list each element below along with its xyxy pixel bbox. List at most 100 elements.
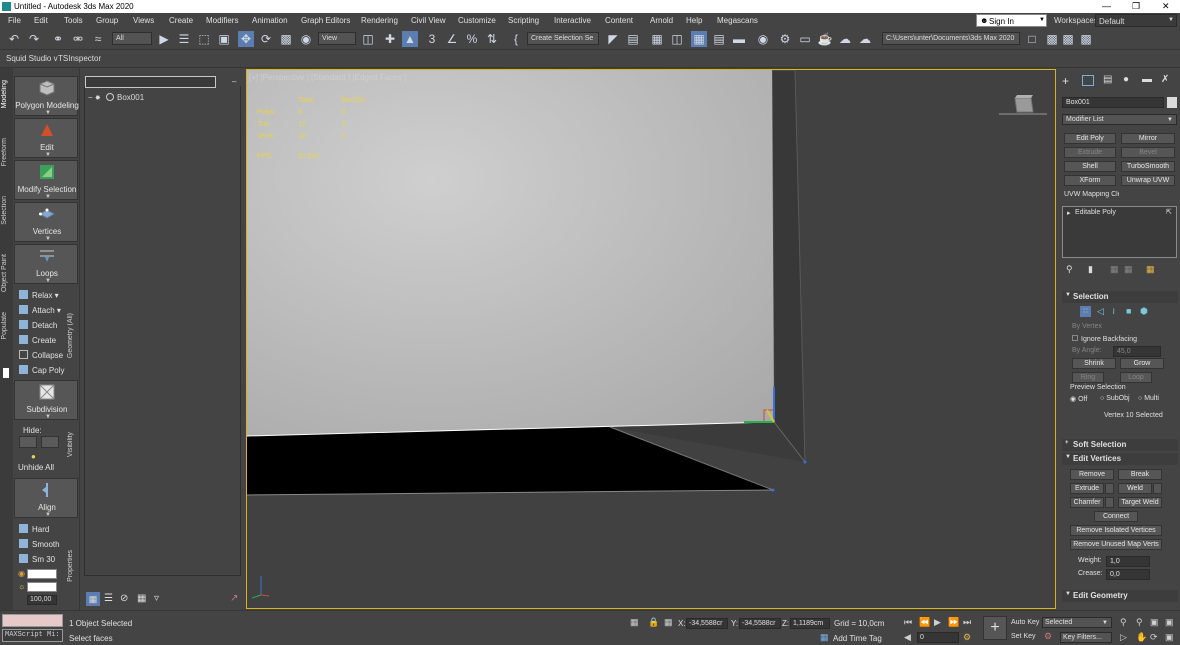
cap-poly-button[interactable]: Cap Poly: [19, 365, 64, 375]
absolute-mode-icon[interactable]: ▦: [664, 617, 673, 628]
unhide-all-button[interactable]: Unhide All: [18, 463, 54, 472]
layout-icon-2[interactable]: ▩: [1060, 31, 1076, 47]
create-button[interactable]: Create: [19, 335, 56, 345]
scene-explorer-icon[interactable]: ◫: [669, 31, 685, 47]
remove-modifier-icon[interactable]: ▦: [1124, 264, 1133, 275]
by-vertex-checkbox[interactable]: By Vertex: [1072, 323, 1102, 330]
percent-snap-icon[interactable]: %: [464, 31, 480, 47]
stack-options-icon[interactable]: ⇱: [1166, 208, 1172, 216]
ribbon-toggle-icon[interactable]: [3, 368, 9, 378]
menu-arnold[interactable]: Arnold: [650, 16, 673, 25]
zoom-all-icon[interactable]: ⚲: [1136, 617, 1143, 628]
polygon-subobject-icon[interactable]: ■: [1126, 306, 1131, 316]
stack-expand-icon[interactable]: ▸: [1067, 209, 1071, 217]
isolate-selection-icon[interactable]: ▦: [630, 617, 639, 628]
go-to-start-icon[interactable]: ⏮: [904, 617, 912, 628]
select-rotate-icon[interactable]: ⟳: [258, 31, 274, 47]
next-frame-icon[interactable]: ⏩: [948, 617, 959, 628]
connect-button[interactable]: Connect: [1094, 511, 1138, 522]
menu-megascans[interactable]: Megascans: [717, 16, 758, 25]
remove-unused-map-verts-button[interactable]: Remove Unused Map Verts: [1070, 539, 1162, 550]
menu-views[interactable]: Views: [133, 16, 154, 25]
edit-geometry-rollout-header[interactable]: ▼ Edit Geometry: [1062, 590, 1178, 602]
motion-tab-icon[interactable]: ●: [1123, 74, 1129, 85]
display-none-icon[interactable]: ⊘: [120, 593, 128, 604]
soft-selection-rollout-header[interactable]: + Soft Selection: [1062, 439, 1178, 451]
zoom-extents-icon[interactable]: ▣: [1150, 617, 1159, 628]
sort-by-hierarchy-icon[interactable]: ▦: [86, 592, 100, 606]
display-tab-icon[interactable]: ▬: [1142, 74, 1152, 85]
element-subobject-icon[interactable]: ⬢: [1140, 306, 1148, 317]
menu-interactive[interactable]: Interactive: [554, 16, 591, 25]
by-angle-checkbox[interactable]: By Angle:: [1072, 347, 1102, 354]
menu-file[interactable]: File: [8, 16, 21, 25]
project-path-dropdown[interactable]: C:\Users\unter\Documents\3ds Max 2020: [882, 32, 1020, 45]
zoom-extents-all-icon[interactable]: ▣: [1165, 617, 1174, 628]
select-object-icon[interactable]: ▶: [156, 31, 172, 47]
visibility-eye-icon[interactable]: ✸: [95, 95, 101, 102]
unwrap-uvw-button[interactable]: Unwrap UVW: [1121, 175, 1175, 186]
filter-icon[interactable]: ▿: [154, 593, 159, 604]
weld-button[interactable]: Weld: [1118, 483, 1152, 494]
current-frame-field[interactable]: 0: [917, 632, 959, 643]
modifier-list-dropdown[interactable]: Modifier List ▼: [1062, 114, 1177, 125]
maxscript-listener-output[interactable]: [2, 614, 63, 627]
undo-icon[interactable]: ↶: [6, 31, 22, 47]
menu-modifiers[interactable]: Modifiers: [206, 16, 238, 25]
set-key-button[interactable]: Set Key: [1011, 633, 1036, 640]
pivot-center-icon[interactable]: ◫: [360, 31, 376, 47]
edit-button[interactable]: Edit ▼: [14, 118, 78, 158]
menu-help[interactable]: Help: [686, 16, 702, 25]
perspective-viewport[interactable]: [+] [Perspective ] [Standard ] [Edged Fa…: [246, 69, 1056, 609]
preview-multi-radio[interactable]: ○ Multi: [1138, 395, 1159, 402]
tab-modeling[interactable]: Modeling: [1, 80, 8, 108]
toggle-ribbon-icon[interactable]: ▦: [691, 31, 707, 47]
edit-poly-button[interactable]: Edit Poly: [1064, 133, 1116, 144]
smooth-30-button[interactable]: Sm 30: [19, 554, 55, 564]
create-tab-icon[interactable]: +: [1062, 74, 1069, 88]
modify-tab-icon[interactable]: [1082, 75, 1094, 86]
key-mode-dropdown[interactable]: Selected ▼: [1042, 617, 1112, 628]
restore-icon[interactable]: ❐: [1132, 1, 1140, 12]
layout-icon-3[interactable]: ▩: [1078, 31, 1094, 47]
go-to-end-icon[interactable]: ⏭: [963, 617, 971, 628]
tab-object-paint[interactable]: Object Paint: [1, 254, 8, 292]
attach-button[interactable]: Attach ▾: [19, 305, 61, 315]
set-keys-icon[interactable]: +: [983, 616, 1007, 640]
stack-item-editable-poly[interactable]: Editable Poly: [1075, 209, 1116, 216]
schematic-view-icon[interactable]: ▬: [731, 31, 747, 47]
display-all-icon[interactable]: ▦: [137, 593, 146, 604]
color-swatch-2[interactable]: [27, 582, 57, 592]
expand-icon[interactable]: −: [88, 93, 93, 102]
loop-button[interactable]: Loop: [1120, 372, 1152, 383]
close-icon[interactable]: ✕: [1162, 1, 1170, 12]
layout-icon-1[interactable]: ▩: [1044, 31, 1060, 47]
explorer-menu-icon[interactable]: –: [232, 77, 236, 86]
pan-view-icon[interactable]: ✋: [1136, 632, 1147, 643]
menu-tools[interactable]: Tools: [64, 16, 83, 25]
preview-subobj-radio[interactable]: ○ SubObj: [1100, 395, 1130, 402]
select-place-icon[interactable]: ◉: [298, 31, 314, 47]
extrude-settings-icon[interactable]: [1105, 483, 1114, 494]
tab-tsinspector[interactable]: TSInspector: [58, 54, 101, 63]
menu-graph-editors[interactable]: Graph Editors: [301, 16, 350, 25]
zoom-icon[interactable]: ⚲: [1120, 617, 1127, 628]
maximize-viewport-icon[interactable]: ▣: [1165, 632, 1174, 643]
minimize-icon[interactable]: —: [1102, 1, 1111, 11]
field-of-view-icon[interactable]: ▷: [1120, 632, 1127, 643]
auto-key-button[interactable]: Auto Key: [1011, 619, 1039, 626]
tab-squid-studio[interactable]: Squid Studio v: [6, 54, 58, 63]
render-in-cloud-icon[interactable]: ☁: [857, 31, 873, 47]
make-unique-icon[interactable]: ▦: [1110, 264, 1119, 275]
select-by-name-icon[interactable]: ☰: [176, 31, 192, 47]
detach-button[interactable]: Detach: [19, 320, 57, 330]
spinner-snap-icon[interactable]: ⇅: [484, 31, 500, 47]
remove-isolated-vertices-button[interactable]: Remove Isolated Vertices: [1070, 525, 1162, 536]
select-manipulate-icon[interactable]: ✚: [382, 31, 398, 47]
hide-unselected-icon[interactable]: [41, 436, 59, 448]
time-tag-icon[interactable]: ▦: [820, 632, 829, 643]
percent-field[interactable]: 100,00: [27, 595, 57, 605]
edge-subobject-icon[interactable]: ◁: [1097, 306, 1104, 317]
mirror-icon[interactable]: ◤: [605, 31, 621, 47]
selection-lock-icon[interactable]: 🔒: [648, 617, 659, 628]
